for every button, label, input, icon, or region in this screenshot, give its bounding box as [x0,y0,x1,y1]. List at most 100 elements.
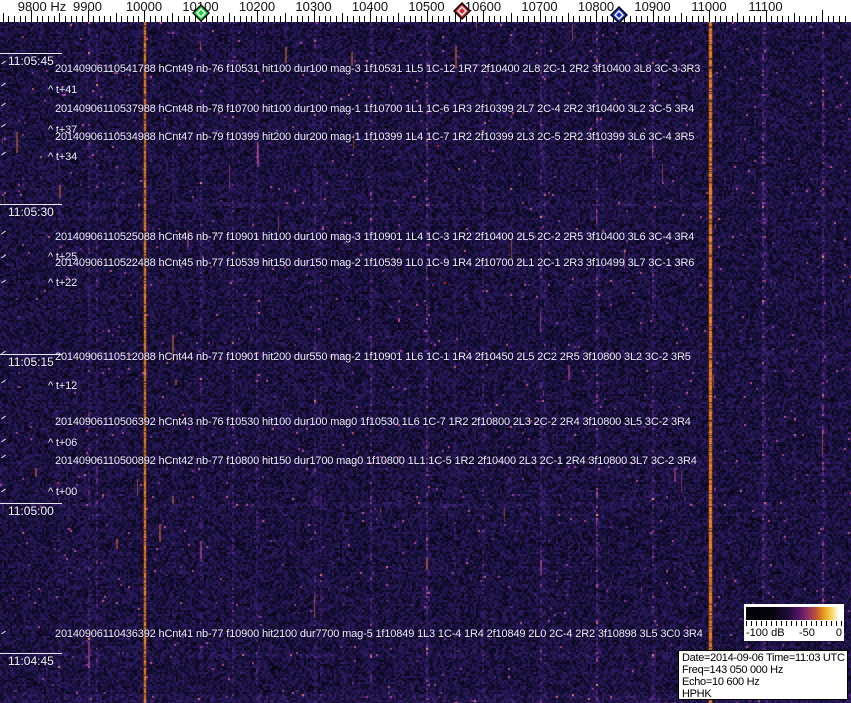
time-axis-label: 11:04:45 [8,654,54,668]
ruler-tick [810,16,812,22]
ruler-tick [415,16,417,22]
ruler-tick [228,13,230,22]
ruler-tick [607,16,609,22]
ruler-tick [138,16,140,22]
frequency-ruler: 9800 Hz990010000101001020010300104001050… [0,0,851,25]
ruler-tick [358,16,360,22]
colorbar-tick [751,621,752,626]
green-diamond-marker[interactable] [191,4,210,27]
ruler-tick [759,16,761,22]
colorbar-tick [786,621,787,626]
ruler-label: 9900 [73,0,102,14]
ruler-tick [172,13,174,22]
ruler-tick [302,16,304,22]
ruler-label: 10500 [408,0,445,14]
ruler-tick [19,16,21,22]
blue-diamond-marker[interactable] [609,6,628,29]
left-edge-event-tick [1,123,6,128]
ruler-tick [477,16,479,22]
detection-log-line: 20140906110436392 hCnt41 nb-77 f10900 hi… [55,628,703,640]
ruler-tick [53,16,55,22]
colorbar-tick [841,621,842,626]
ruler-tick [149,16,151,22]
elapsed-time-marker: ^ t+00 [48,486,78,498]
ruler-tick [533,16,535,22]
ruler-tick [25,16,27,22]
colorbar-tick [821,621,822,626]
detection-log-line: 20140906110522488 hCnt45 nb-77 f10539 hi… [55,257,695,269]
ruler-tick [375,16,377,22]
ruler-tick [98,16,100,22]
left-edge-event-tick [1,82,6,87]
ruler-label: 10300 [295,0,332,14]
left-edge-event-tick [1,415,6,420]
ruler-tick [799,16,801,22]
red-diamond-marker[interactable] [453,2,472,25]
left-edge-event-tick [1,630,6,635]
ruler-tick [776,16,778,22]
ruler-tick [748,16,750,22]
ruler-tick [663,16,665,22]
ruler-tick [381,16,383,22]
ruler-tick [646,16,648,22]
left-edge-event-tick [1,60,6,65]
left-edge-event-tick [1,438,6,443]
ruler-tick [471,16,473,22]
ruler-tick [166,16,168,22]
ruler-tick [268,16,270,22]
ruler-tick [189,16,191,22]
ruler-tick [132,16,134,22]
ruler-tick [692,16,694,22]
colorbar-tick [836,621,837,626]
ruler-tick [76,16,78,22]
ruler-tick [341,13,343,22]
elapsed-time-marker: ^ t+12 [48,380,78,392]
ruler-tick [217,16,219,22]
time-axis-label: 11:05:30 [8,205,54,219]
ruler-tick [516,16,518,22]
ruler-tick [528,16,530,22]
ruler-tick [488,16,490,22]
colorbar-gradient [746,607,842,620]
ruler-tick [324,16,326,22]
ruler-tick [8,16,10,22]
ruler-tick [14,16,16,22]
ruler-tick [680,13,682,22]
ruler-tick [59,13,61,22]
left-edge-event-tick [1,279,6,284]
ruler-tick [121,16,123,22]
time-axis-label: 11:05:45 [8,54,54,68]
ruler-tick [36,16,38,22]
detection-log-line: 20140906110525088 hCnt46 nb-77 f10901 hi… [55,231,695,243]
ruler-tick [720,16,722,22]
ruler-tick [545,16,547,22]
ruler-tick [573,16,575,22]
colorbar-tick [826,621,827,626]
elapsed-time-marker: ^ t+34 [48,151,78,163]
ruler-label: 11000 [691,0,727,14]
ruler-tick [273,16,275,22]
ruler-tick [183,16,185,22]
spectrogram-window: 9800 Hz990010000101001020010300104001050… [0,0,851,703]
ruler-tick [658,16,660,22]
ruler-tick [279,16,281,22]
elapsed-time-marker: ^ t+41 [48,84,78,96]
colorbar-mid-label: -50 [799,627,815,639]
ruler-tick [805,16,807,22]
ruler-tick [731,16,733,22]
colorbar-tick [791,621,792,626]
ruler-tick [42,16,44,22]
ruler-label: 10200 [238,0,276,14]
ruler-tick [822,10,823,22]
colorbar-tick [771,621,772,626]
colorbar-tick [796,621,797,626]
colorbar-min-label: -100 dB [746,627,785,639]
detection-log-line: 20140906110512088 hCnt44 nb-77 f10901 hi… [55,351,691,363]
ruler-tick [160,16,162,22]
ruler-tick [714,16,716,22]
ruler-tick [511,13,513,22]
ruler-tick [771,16,773,22]
ruler-tick [330,16,332,22]
ruler-tick [742,16,744,22]
ruler-tick [793,13,795,22]
